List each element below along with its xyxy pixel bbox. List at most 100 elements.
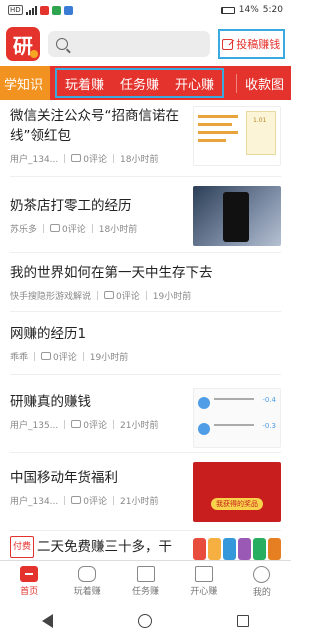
feed-item[interactable]: 奶茶店打零工的经历 苏乐多 0评论 18小时前 — [10, 196, 180, 235]
edit-icon — [222, 38, 234, 50]
search-icon — [55, 38, 68, 50]
feed-item[interactable]: 研赚真的赚钱 用户_135... 0评论 21小时前 — [10, 392, 180, 431]
drink-cup-image — [223, 192, 249, 242]
nav-play-earn[interactable]: 玩着赚 — [58, 561, 116, 602]
divider — [10, 311, 281, 312]
notification-icon — [39, 5, 49, 15]
tab-happy-earn[interactable]: 开心赚 — [175, 74, 214, 93]
home-icon — [20, 566, 39, 582]
divider — [10, 252, 281, 253]
item-meta: 用户_134... 0评论 21小时前 — [10, 494, 180, 507]
prize-label: 我获得的奖品 — [211, 498, 263, 510]
notification-icon — [51, 5, 61, 15]
item-author: 用户_134... — [10, 155, 59, 165]
smile-icon — [253, 565, 271, 583]
search-input[interactable] — [47, 31, 210, 57]
tab-learn[interactable]: 学知识 — [0, 66, 50, 100]
app-header: 研 投稿赚钱 — [0, 22, 291, 66]
logo-dot — [29, 50, 38, 58]
item-thumbnail[interactable] — [193, 186, 281, 246]
nav-label: 玩着赚 — [73, 587, 101, 597]
comment-icon — [41, 352, 52, 360]
item-author: 用户_135... — [10, 421, 59, 431]
home-circle-icon[interactable] — [137, 614, 152, 628]
item-comments: 0评论 — [71, 418, 107, 431]
item-title: 研赚真的赚钱 — [10, 394, 91, 410]
nav-label: 任务赚 — [132, 587, 160, 597]
item-meta: 快手搜隐形游戏解说 0评论 19小时前 — [10, 289, 281, 302]
item-time: 19小时前 — [89, 353, 129, 363]
tab-payment-screenshots[interactable]: 收款图 — [236, 73, 284, 93]
status-left: HD — [8, 5, 73, 15]
nav-me[interactable]: 我的 — [233, 561, 291, 602]
notification-icon — [63, 5, 73, 15]
sim-indicator: HD — [8, 5, 23, 15]
submit-article-label: 投稿赚钱 — [236, 38, 281, 51]
game-icons-strip[interactable] — [193, 538, 281, 560]
feed-item[interactable]: 网赚的经历1 乖乖 0评论 19小时前 — [10, 324, 281, 363]
paid-badge: 付费 — [10, 536, 35, 558]
nav-happy-earn[interactable]: 开心赚 — [175, 561, 233, 602]
signal-icon — [25, 5, 37, 15]
back-icon[interactable] — [42, 614, 54, 628]
divider — [10, 176, 281, 177]
star-icon — [194, 566, 213, 582]
thumbnail-panel: 1.01 — [246, 111, 276, 155]
category-tabs: 学知识 玩着赚 任务赚 开心赚 收款图 — [0, 66, 291, 100]
item-thumbnail[interactable]: 我获得的奖品 — [193, 462, 281, 522]
app-logo[interactable]: 研 — [6, 27, 40, 61]
item-comments: 0评论 — [41, 350, 77, 363]
comment-icon — [50, 224, 61, 232]
comment-icon — [104, 291, 115, 299]
item-comments: 0评论 — [50, 222, 86, 235]
nav-task-earn[interactable]: 任务赚 — [116, 561, 174, 602]
item-meta: 苏乐多 0评论 18小时前 — [10, 222, 180, 235]
comment-icon — [71, 496, 82, 504]
item-author: 乖乖 — [10, 353, 29, 363]
item-meta: 乖乖 0评论 19小时前 — [10, 350, 281, 363]
divider — [10, 452, 281, 453]
item-comments: 0评论 — [104, 289, 140, 302]
tab-play-earn[interactable]: 玩着赚 — [65, 74, 104, 93]
item-comments: 0评论 — [71, 152, 107, 165]
battery-icon — [220, 6, 235, 14]
task-icon — [136, 566, 155, 582]
recent-apps-icon[interactable] — [236, 615, 249, 627]
comment-icon — [71, 154, 82, 162]
divider — [10, 530, 281, 531]
gamepad-icon — [78, 566, 97, 582]
item-author: 用户_134... — [10, 497, 59, 507]
item-title: 奶茶店打零工的经历 — [10, 198, 132, 214]
item-author: 苏乐多 — [10, 225, 38, 235]
submit-article-button[interactable]: 投稿赚钱 — [217, 29, 286, 59]
item-time: 18小时前 — [120, 155, 159, 165]
item-thumbnail[interactable]: 1.01 — [193, 106, 281, 166]
item-title: 中国移动年货福利 — [10, 470, 118, 486]
nav-home[interactable]: 首页 — [0, 561, 58, 602]
item-time: 21小时前 — [120, 421, 159, 431]
tab-task-earn[interactable]: 任务赚 — [120, 74, 159, 93]
item-author: 快手搜隐形游戏解说 — [10, 292, 92, 302]
highlighted-tab-group: 玩着赚 任务赚 开心赚 — [55, 68, 224, 98]
clock: 5:20 — [262, 5, 283, 15]
item-thumbnail[interactable]: -0.4 -0.3 — [193, 388, 281, 448]
feed-item[interactable]: 我的世界如何在第一天中生存下去 快手搜隐形游戏解说 0评论 19小时前 — [10, 263, 281, 302]
item-title: 微信关注公众号“招商信诺在线”领红包 — [10, 108, 179, 144]
nav-label: 我的 — [252, 587, 271, 598]
battery-level: 14% — [238, 5, 259, 15]
nav-label: 开心赚 — [190, 587, 218, 597]
status-bar: HD 14% 5:20 — [0, 0, 291, 20]
feed-item[interactable]: 中国移动年货福利 用户_134... 0评论 21小时前 — [10, 468, 180, 507]
item-title: 网赚的经历1 — [10, 326, 87, 342]
comment-icon — [71, 420, 82, 428]
item-meta: 用户_134... 0评论 18小时前 — [10, 152, 180, 165]
item-time: 21小时前 — [120, 497, 159, 507]
item-time: 19小时前 — [152, 292, 192, 302]
feed-item[interactable]: 微信关注公众号“招商信诺在线”领红包 用户_134... 0评论 18小时前 — [10, 106, 180, 165]
item-comments: 0评论 — [71, 494, 107, 507]
bottom-nav: 首页 玩着赚 任务赚 开心赚 我的 — [0, 560, 291, 602]
system-nav-bar — [0, 602, 291, 640]
item-meta: 用户_135... 0评论 21小时前 — [10, 418, 180, 431]
item-time: 18小时前 — [98, 225, 138, 235]
divider — [10, 374, 281, 375]
